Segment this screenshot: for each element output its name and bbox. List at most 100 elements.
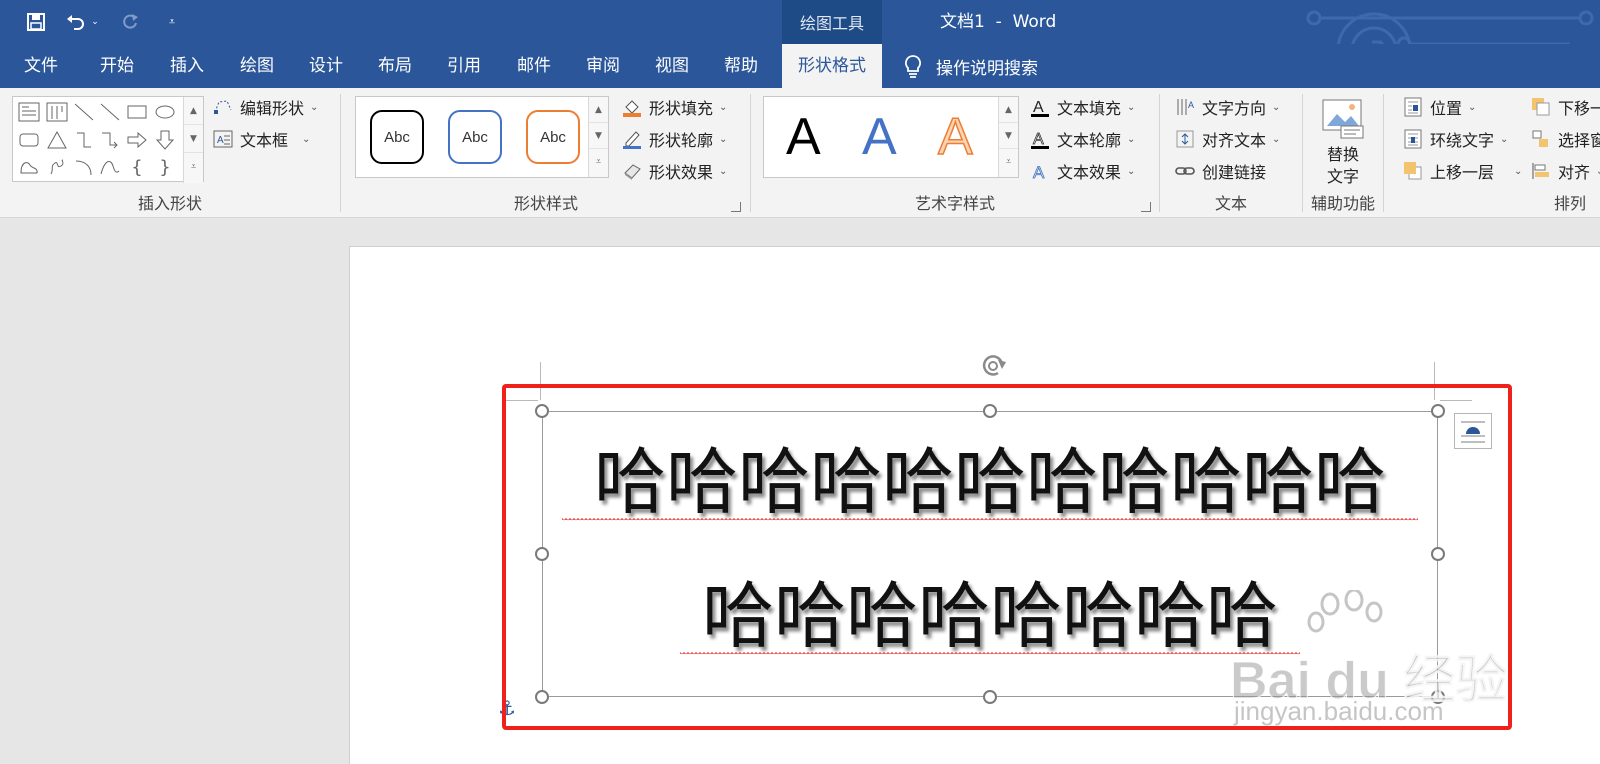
scroll-up-icon[interactable]: ▲ — [589, 97, 608, 123]
text-outline-icon: A — [1029, 128, 1051, 150]
alt-text-label-line1: 替换 — [1326, 145, 1359, 164]
text-direction-icon: A — [1174, 96, 1196, 118]
alt-text-label-line2: 文字 — [1326, 167, 1359, 186]
svg-text:A: A — [1033, 163, 1045, 181]
chevron-down-icon: ⌄ — [1272, 133, 1281, 145]
chevron-down-icon: ⌄ — [1127, 133, 1136, 145]
create-link-button[interactable]: 创建链接 — [1174, 156, 1266, 186]
tab-file[interactable]: 文件 — [20, 44, 62, 88]
dialog-launcher-icon[interactable] — [731, 202, 741, 212]
line-shape-icon[interactable] — [71, 99, 97, 125]
gallery-more-icon[interactable]: ⩡ — [184, 153, 203, 181]
arrow-line-shape-icon[interactable] — [97, 99, 123, 125]
shape-style-preset-orange[interactable]: Abc — [526, 110, 580, 164]
scroll-down-icon[interactable]: ▼ — [184, 125, 203, 153]
save-icon[interactable] — [22, 8, 50, 36]
group-shape-styles: Abc Abc Abc ▲ ▼ ⩡ 形状填充 ⌄ 形状轮廓 ⌄ 形状效果 ⌄ 形… — [341, 88, 751, 218]
triangle-shape-icon[interactable] — [44, 127, 70, 153]
shape-styles-gallery[interactable]: Abc Abc Abc ▲ ▼ ⩡ — [355, 96, 609, 178]
shape-style-preset-black[interactable]: Abc — [370, 110, 424, 164]
wordart-preset-orange[interactable]: A — [937, 107, 973, 167]
tab-references[interactable]: 引用 — [443, 44, 485, 88]
shape-outline-button[interactable]: 形状轮廓 ⌄ — [621, 124, 727, 154]
align-text-button[interactable]: 对齐文本 ⌄ — [1174, 124, 1280, 154]
textbox-shape-icon[interactable] — [16, 99, 42, 125]
group-text: A 文字方向 ⌄ 对齐文本 ⌄ 创建链接 文本 — [1160, 88, 1302, 218]
elbow-connector-shape-icon[interactable] — [71, 127, 97, 153]
scribble-shape-icon[interactable] — [44, 154, 70, 180]
tab-view[interactable]: 视图 — [651, 44, 693, 88]
scroll-up-icon[interactable]: ▲ — [999, 97, 1018, 123]
tab-home[interactable]: 开始 — [96, 44, 138, 88]
scroll-down-icon[interactable]: ▼ — [589, 123, 608, 149]
elbow-arrow-shape-icon[interactable] — [97, 127, 123, 153]
tab-review[interactable]: 审阅 — [582, 44, 624, 88]
freeform-shape-icon[interactable] — [16, 154, 42, 180]
oval-shape-icon[interactable] — [152, 99, 178, 125]
edit-shape-icon — [212, 96, 234, 118]
scroll-up-icon[interactable]: ▲ — [184, 97, 203, 125]
gallery-more-icon[interactable]: ⩡ — [589, 149, 608, 175]
dialog-launcher-icon[interactable] — [1141, 202, 1151, 212]
shape-styles-label: 形状样式 — [513, 194, 578, 213]
wordart-preset-blue[interactable]: A — [862, 107, 897, 167]
scroll-down-icon[interactable]: ▼ — [999, 123, 1018, 149]
down-arrow-shape-icon[interactable] — [152, 127, 178, 153]
text-fill-button[interactable]: A 文本填充 ⌄ — [1029, 92, 1135, 122]
edit-shape-button[interactable]: 编辑形状 ⌄ — [212, 92, 318, 122]
rotate-handle-icon[interactable] — [976, 350, 1012, 382]
wordart-preset-black[interactable]: A — [786, 107, 821, 167]
right-arrow-shape-icon[interactable] — [124, 127, 150, 153]
chevron-down-icon: ⌄ — [719, 133, 728, 145]
tab-design[interactable]: 设计 — [305, 44, 347, 88]
tab-mailings[interactable]: 邮件 — [513, 44, 555, 88]
customize-qat-icon[interactable]: ⩡ — [158, 8, 186, 36]
tab-draw[interactable]: 绘图 — [236, 44, 278, 88]
tell-me-search[interactable]: 操作说明搜索 — [902, 44, 1038, 88]
wordart-styles-gallery[interactable]: A A A ▲ ▼ ⩡ — [763, 96, 1019, 178]
arc-shape-icon[interactable] — [71, 154, 97, 180]
group-arrange: 位置 ⌄ 环绕文字 ⌄ 上移一层 ⌄ 下移一 选择窗 对齐 ⌄ 排列 — [1384, 88, 1600, 218]
shape-styles-scroll[interactable]: ▲ ▼ ⩡ — [588, 97, 608, 177]
right-brace-shape-icon[interactable]: } — [152, 154, 178, 180]
bring-forward-icon — [1402, 160, 1424, 182]
rounded-rectangle-shape-icon[interactable] — [16, 127, 42, 153]
wrap-text-button[interactable]: 环绕文字 ⌄ — [1402, 124, 1508, 154]
vertical-textbox-shape-icon[interactable] — [44, 99, 70, 125]
text-outline-button[interactable]: A 文本轮廓 ⌄ — [1029, 124, 1135, 154]
tab-shape-format[interactable]: 形状格式 — [782, 44, 882, 88]
chevron-down-icon: ⌄ — [1468, 101, 1477, 113]
svg-text:A: A — [1033, 131, 1044, 148]
send-backward-button[interactable]: 下移一 — [1530, 92, 1600, 122]
shape-effects-label: 形状效果 — [649, 163, 714, 182]
text-effects-button[interactable]: A 文本效果 ⌄ — [1029, 156, 1136, 186]
undo-dropdown-icon[interactable]: ⌄ — [88, 8, 102, 36]
selection-pane-button[interactable]: 选择窗 — [1530, 124, 1600, 154]
curve-shape-icon[interactable] — [97, 154, 123, 180]
alt-text-icon — [1322, 99, 1364, 139]
tab-help[interactable]: 帮助 — [720, 44, 762, 88]
svg-text:A: A — [1033, 99, 1044, 116]
accessibility-label: 辅助功能 — [1310, 194, 1375, 213]
ribbon-body: { } ▲ ▼ ⩡ 编辑形状 ⌄ A 文本框 ⌄ 插入形状 Abc Abc Ab… — [0, 88, 1600, 218]
text-box-button[interactable]: A 文本框 ⌄ — [212, 124, 310, 154]
tab-layout[interactable]: 布局 — [374, 44, 416, 88]
left-brace-shape-icon[interactable]: { — [124, 154, 150, 180]
shape-effects-button[interactable]: 形状效果 ⌄ — [621, 156, 727, 186]
align-button[interactable]: 对齐 ⌄ — [1530, 156, 1600, 186]
rectangle-shape-icon[interactable] — [124, 99, 150, 125]
shape-fill-button[interactable]: 形状填充 ⌄ — [621, 92, 727, 122]
gallery-more-icon[interactable]: ⩡ — [999, 149, 1018, 175]
position-button[interactable]: 位置 ⌄ — [1402, 92, 1476, 122]
group-wordart-styles: A A A ▲ ▼ ⩡ A 文本填充 ⌄ A 文本轮廓 ⌄ A 文本效果 ⌄ 艺… — [751, 88, 1159, 218]
bring-forward-button[interactable]: 上移一层 ⌄ — [1402, 156, 1522, 186]
shapes-gallery[interactable]: { } ▲ ▼ ⩡ — [12, 96, 204, 183]
text-direction-button[interactable]: A 文字方向 ⌄ — [1174, 92, 1280, 122]
wordart-styles-scroll[interactable]: ▲ ▼ ⩡ — [998, 97, 1018, 177]
undo-icon[interactable] — [62, 8, 90, 36]
alt-text-button[interactable]: 替换 文字 — [1311, 94, 1375, 186]
shapes-gallery-scroll[interactable]: ▲ ▼ ⩡ — [183, 97, 203, 183]
shape-style-preset-blue[interactable]: Abc — [448, 110, 502, 164]
tab-insert[interactable]: 插入 — [166, 44, 208, 88]
redo-icon[interactable] — [116, 8, 144, 36]
